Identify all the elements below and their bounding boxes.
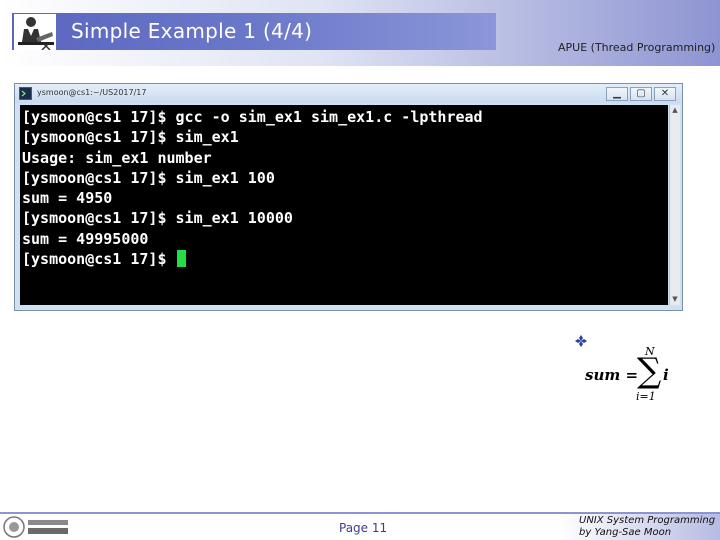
scroll-down-arrow-icon[interactable]: ▼: [670, 294, 680, 305]
terminal-output[interactable]: [ysmoon@cs1 17]$ gcc -o sim_ex1 sim_ex1.…: [20, 105, 668, 305]
terminal-line: [ysmoon@cs1 17]$ sim_ex1 100: [22, 168, 275, 187]
window-title: ysmoon@cs1:~/US2017/17: [37, 88, 147, 97]
terminal-app-icon: [19, 87, 32, 100]
close-button[interactable]: ✕: [654, 87, 676, 101]
window-titlebar[interactable]: ysmoon@cs1:~/US2017/17 ▁ ▢ ✕: [15, 84, 682, 103]
person-at-desk-icon: [14, 14, 56, 50]
formula-lower-limit: i=1: [636, 390, 656, 403]
footer-author: by Yang-Sae Moon: [579, 527, 672, 538]
terminal-line: [ysmoon@cs1 17]$ sim_ex1 10000: [22, 209, 293, 228]
minimize-button[interactable]: ▁: [606, 87, 628, 101]
terminal-prompt: [ysmoon@cs1 17]$: [22, 250, 176, 269]
terminal-line: sum = 49995000: [22, 229, 149, 248]
sum-formula: sum = N ∑ i=1 i: [583, 345, 673, 405]
terminal-line: [ysmoon@cs1 17]$ gcc -o sim_ex1 sim_ex1.…: [22, 108, 483, 126]
terminal-line: sum = 4950: [22, 189, 113, 208]
footer-course-title: UNIX System Programming: [579, 515, 716, 526]
terminal-line: Usage: sim_ex1 number: [22, 148, 212, 167]
terminal-prompt-line[interactable]: [ysmoon@cs1 17]$: [22, 249, 483, 269]
formula-term: i: [663, 366, 669, 384]
terminal-cursor: [176, 250, 186, 268]
window-controls: ▁ ▢ ✕: [604, 87, 676, 101]
terminal-line: [ysmoon@cs1 17]$ sim_ex1: [22, 128, 239, 147]
slide-title: Simple Example 1 (4/4): [71, 19, 313, 43]
terminal-window[interactable]: ysmoon@cs1:~/US2017/17 ▁ ▢ ✕ [ysmoon@cs1…: [14, 83, 683, 311]
terminal-scrollbar[interactable]: ▲ ▼: [669, 105, 680, 305]
terminal-lines: [ysmoon@cs1 17]$ gcc -o sim_ex1 sim_ex1.…: [22, 107, 483, 269]
scroll-up-arrow-icon[interactable]: ▲: [670, 105, 680, 116]
page-number: Page 11: [339, 521, 388, 535]
course-label: APUE (Thread Programming): [558, 41, 716, 54]
formula-lhs: sum =: [585, 366, 639, 384]
footer-course: UNIX System Programming by Yang-Sae Moon: [579, 515, 715, 539]
sigma-symbol: ∑: [637, 351, 662, 391]
maximize-button[interactable]: ▢: [630, 87, 652, 101]
university-logo-icon: [3, 516, 68, 538]
